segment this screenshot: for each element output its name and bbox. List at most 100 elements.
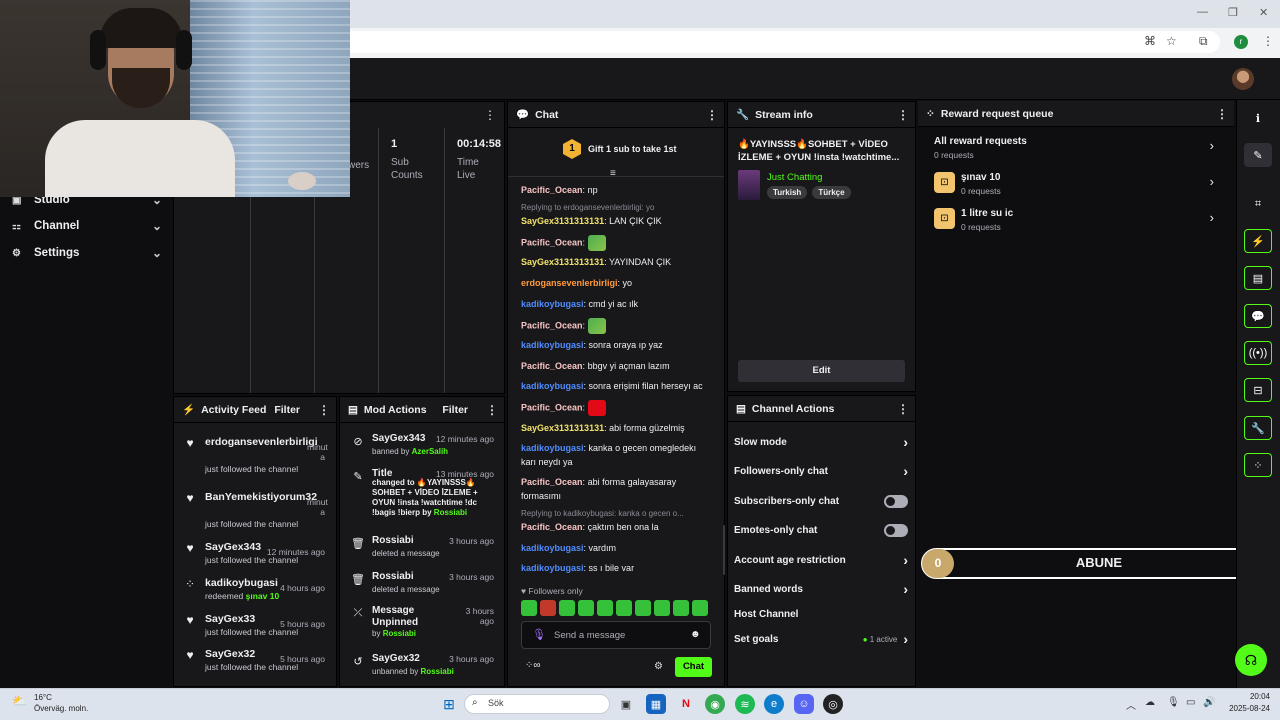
info-icon[interactable]: ℹ xyxy=(1244,106,1272,130)
browser-menu-icon[interactable]: ⋮ xyxy=(1262,34,1274,48)
chat-message[interactable]: Pacific_Ocean: xyxy=(521,318,711,334)
chat-message[interactable]: SayGex3131313131: LAN ÇIK ÇIK xyxy=(521,214,711,228)
chat-username[interactable]: SayGex3131313131 xyxy=(521,216,604,226)
tag[interactable]: Turkish xyxy=(767,186,808,199)
chat-message[interactable]: Pacific_Ocean: çaktım ben ona la xyxy=(521,520,711,534)
emote-button[interactable] xyxy=(559,600,575,616)
pinned-message[interactable]: Gift 1 sub to take 1st xyxy=(588,144,677,154)
stream-info-menu-icon[interactable]: ⋮ xyxy=(897,108,909,122)
volume-icon[interactable]: 🔊 xyxy=(1203,697,1215,708)
rewards-icon[interactable]: ⁘ xyxy=(1244,453,1272,477)
taskbar-search[interactable] xyxy=(464,694,610,714)
chat-message[interactable]: kadikoybugasi: cmd yi ac ılk xyxy=(521,297,711,311)
moderator-name[interactable]: AzerSalih xyxy=(412,447,448,456)
channel-action-account-age-restriction[interactable]: Account age restriction › xyxy=(734,550,908,570)
chat-username[interactable]: kadikoybugasi xyxy=(521,381,584,391)
chat-message[interactable]: Pacific_Ocean: xyxy=(521,400,711,416)
channel-action-emotes-only-chat[interactable]: Emotes-only chat xyxy=(734,520,908,540)
edge-icon[interactable]: e xyxy=(764,694,784,714)
chat-username[interactable]: kadikoybugasi xyxy=(521,443,584,453)
filter-button[interactable]: Filter xyxy=(274,404,300,416)
emote-button[interactable] xyxy=(597,600,613,616)
activity-username[interactable]: SayGex33 xyxy=(205,613,255,625)
chat-scrollbar[interactable] xyxy=(723,525,725,575)
emote-button[interactable] xyxy=(654,600,670,616)
close-icon[interactable]: ✕ xyxy=(1259,6,1268,19)
activity-username[interactable]: BanYemekistiyorum32 xyxy=(205,491,317,503)
chat-message[interactable]: kadikoybugasi: kanka o gecen omegledekı … xyxy=(521,441,711,469)
channel-action-followers-only-chat[interactable]: Followers-only chat › xyxy=(734,461,908,481)
activity-username[interactable]: SayGex343 xyxy=(205,541,261,553)
chat-username[interactable]: kadikoybugasi xyxy=(521,340,584,350)
chat-message[interactable]: kadikoybugasi: sonra oraya ıp yaz xyxy=(521,338,711,352)
filter-button[interactable]: Filter xyxy=(442,404,468,416)
toggle-switch[interactable] xyxy=(884,523,908,537)
activity-feed-menu-icon[interactable]: ⋮ xyxy=(318,403,330,417)
cloud-icon[interactable]: ☁ xyxy=(1145,697,1155,708)
reward-item-all[interactable]: All reward requests 0 requests › xyxy=(934,136,1218,164)
activity-username[interactable]: erdogansevenlerbirligi xyxy=(205,436,318,448)
channel-action-slow-mode[interactable]: Slow mode › xyxy=(734,432,908,452)
pencil-icon[interactable]: ✎ xyxy=(1244,143,1272,167)
clock-date[interactable]: 2025-08-24 xyxy=(1222,704,1270,713)
mod-actions-menu-icon[interactable]: ⋮ xyxy=(486,403,498,417)
sidebar-item-channel[interactable]: ⚏ Channel ⌄ xyxy=(12,216,162,236)
star-icon[interactable]: ☆ xyxy=(1166,34,1177,48)
chrome-icon[interactable]: ◉ xyxy=(705,694,725,714)
weather-temp[interactable]: 16°C xyxy=(34,693,52,702)
chat-send-button[interactable]: Chat xyxy=(675,657,712,677)
channel-action-subscribers-only-chat[interactable]: Subscribers-only chat xyxy=(734,491,908,511)
network-icon[interactable]: ▭ xyxy=(1186,697,1195,708)
chat-username[interactable]: Pacific_Ocean xyxy=(521,402,583,412)
activity-username[interactable]: SayGex32 xyxy=(205,648,255,660)
netflix-icon[interactable]: N xyxy=(676,694,696,714)
emote-button[interactable] xyxy=(673,600,689,616)
emote-button[interactable] xyxy=(692,600,708,616)
emote-button[interactable] xyxy=(616,600,632,616)
translate-icon[interactable]: ⌘ xyxy=(1144,34,1156,48)
stream-category[interactable]: Just Chatting xyxy=(767,172,822,183)
channel-action-banned-words[interactable]: Banned words › xyxy=(734,579,908,599)
chat-username[interactable]: SayGex3131313131 xyxy=(521,423,604,433)
chat-message[interactable]: kadikoybugasi: vardım xyxy=(521,541,711,555)
emote-button[interactable] xyxy=(521,600,537,616)
tray-chevron-icon[interactable]: ︿ xyxy=(1126,697,1136,712)
reward-item-pushups[interactable]: ⊡ şınav 10 0 requests › xyxy=(934,172,1218,200)
toggle-switch[interactable] xyxy=(884,494,908,508)
channel-action-set-goals[interactable]: Set goals ● 1 active › xyxy=(734,629,908,649)
moderator-name[interactable]: Rossiabi xyxy=(383,629,416,638)
notes-icon[interactable]: ▤ xyxy=(1244,266,1272,290)
chat-message[interactable]: Pacific_Ocean: bbgv yi açman lazım xyxy=(521,359,711,373)
channel-actions-menu-icon[interactable]: ⋮ xyxy=(897,402,909,416)
activity-username[interactable]: kadikoybugasi xyxy=(205,577,278,589)
chat-message[interactable]: Pacific_Ocean: abi forma galayasaray for… xyxy=(521,475,711,503)
obs-icon[interactable]: ◎ xyxy=(823,694,843,714)
chat-username[interactable]: Pacific_Ocean xyxy=(521,477,583,487)
restore-icon[interactable]: ❐ xyxy=(1228,6,1238,19)
chat-message[interactable]: erdogansevenlerbirligi: yo xyxy=(521,276,711,290)
capture-icon[interactable]: ⌗ xyxy=(1244,192,1272,216)
chat-bubble-icon[interactable]: 💬 xyxy=(1244,304,1272,328)
chat-message[interactable]: SayGex3131313131: abi forma güzelmiş xyxy=(521,421,711,435)
task-view-icon[interactable]: ▣ xyxy=(616,694,636,714)
mic-tray-icon[interactable]: 🎙 xyxy=(1167,697,1180,708)
moderator-name[interactable]: Rossiabi xyxy=(421,667,454,676)
start-icon[interactable]: ⊞ xyxy=(439,694,459,714)
spotify-icon[interactable]: ≋ xyxy=(735,694,755,714)
emote-button[interactable] xyxy=(635,600,651,616)
chat-username[interactable]: Pacific_Ocean xyxy=(521,361,583,371)
reward-item-water[interactable]: ⊡ 1 litre su ic 0 requests › xyxy=(934,208,1218,236)
chat-username[interactable]: kadikoybugasi xyxy=(521,299,584,309)
chat-message[interactable]: Pacific_Ocean: np xyxy=(521,183,711,197)
avatar[interactable] xyxy=(1232,68,1254,90)
chat-username[interactable]: erdogansevenlerbirligi xyxy=(521,278,618,288)
chat-message[interactable]: kadikoybugasi: sonra erişimi filan herse… xyxy=(521,379,711,393)
chat-username[interactable]: SayGex3131313131 xyxy=(521,257,604,267)
minimize-icon[interactable]: — xyxy=(1197,6,1208,18)
chat-username[interactable]: kadikoybugasi xyxy=(521,543,584,553)
emote-button[interactable] xyxy=(540,600,556,616)
chat-username[interactable]: kadikoybugasi xyxy=(521,563,584,573)
chat-username[interactable]: Pacific_Ocean xyxy=(521,522,583,532)
moderator-name[interactable]: Rossiabi xyxy=(434,508,467,517)
tag[interactable]: Türkçe xyxy=(812,186,851,199)
